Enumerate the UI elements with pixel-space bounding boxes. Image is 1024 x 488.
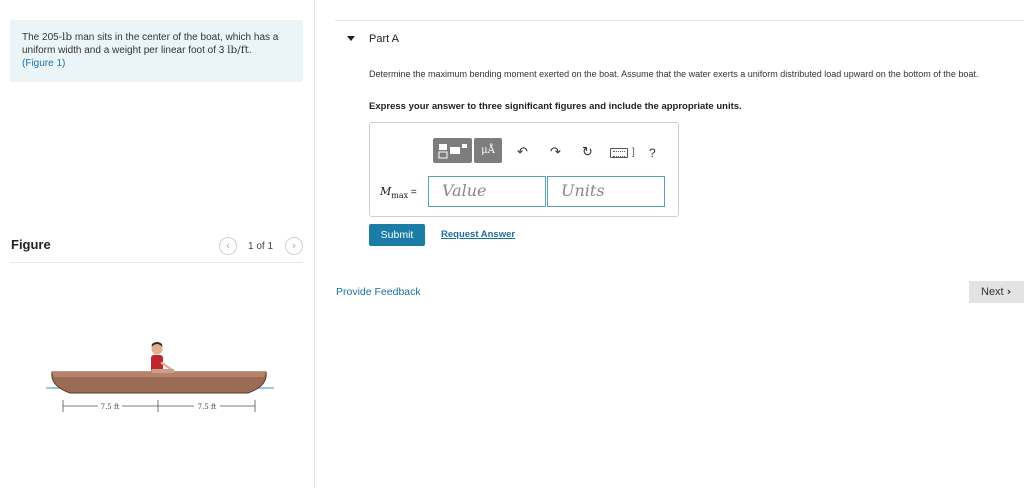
boat-figure: 7.5 ft 7.5 ft bbox=[46, 342, 274, 412]
dim-label-right: 7.5 ft bbox=[198, 403, 217, 411]
problem-statement: The 205-lb man sits in the center of the… bbox=[10, 20, 303, 82]
part-a-header[interactable]: Part A bbox=[335, 20, 1024, 60]
keyboard-icon[interactable] bbox=[610, 148, 628, 158]
problem-unit-lb: lb bbox=[62, 31, 73, 43]
left-pane: The 205-lb man sits in the center of the… bbox=[0, 0, 315, 488]
dim-label-left: 7.5 ft bbox=[101, 403, 120, 411]
figure-title: Figure bbox=[11, 237, 51, 252]
provide-feedback-link[interactable]: Provide Feedback bbox=[336, 286, 421, 298]
units-tool-button[interactable]: μÅ bbox=[474, 138, 502, 163]
submit-button[interactable]: Submit bbox=[369, 224, 425, 246]
equals-sign: = bbox=[408, 187, 417, 198]
undo-icon[interactable]: ↶ bbox=[517, 145, 528, 160]
next-button[interactable]: Next › bbox=[969, 281, 1024, 303]
man-figure bbox=[151, 342, 174, 373]
instruction-text: Express your answer to three significant… bbox=[369, 101, 742, 112]
variable-main: M bbox=[380, 185, 392, 198]
help-icon[interactable]: ? bbox=[649, 146, 656, 160]
variable-sub: max bbox=[391, 191, 409, 201]
request-answer-link[interactable]: Request Answer bbox=[441, 229, 515, 240]
variable-label: Mmax = bbox=[380, 185, 417, 200]
right-pane: Part A Determine the maximum bending mom… bbox=[316, 0, 1024, 488]
caret-down-icon[interactable] bbox=[347, 36, 355, 41]
problem-text-1: The 205- bbox=[22, 32, 63, 43]
man-legs bbox=[152, 369, 174, 373]
question-text: Determine the maximum bending moment exe… bbox=[369, 69, 979, 79]
problem-unit-lbft: lb/ft bbox=[227, 44, 249, 56]
problem-text-3: . bbox=[248, 45, 252, 56]
figure-count: 1 of 1 bbox=[248, 241, 274, 252]
chevron-left-icon[interactable]: ‹ bbox=[219, 237, 237, 255]
figure-header: Figure ‹ 1 of 1 › bbox=[10, 233, 303, 263]
chevron-right-icon: › bbox=[1006, 285, 1012, 298]
reset-icon[interactable]: ↻ bbox=[582, 145, 593, 160]
part-title: Part A bbox=[369, 33, 399, 45]
units-input[interactable]: Units bbox=[547, 176, 665, 207]
keyboard-bracket: ] bbox=[632, 147, 635, 158]
man-arm bbox=[160, 361, 174, 372]
chevron-right-icon[interactable]: › bbox=[285, 237, 303, 255]
value-input[interactable]: Value bbox=[428, 176, 546, 207]
templates-icon bbox=[438, 144, 467, 159]
redo-icon[interactable]: ↷ bbox=[550, 145, 561, 160]
answer-box: μÅ ↶ ↷ ↻ ] ? Mmax = Value Units bbox=[369, 122, 679, 217]
templates-button[interactable] bbox=[433, 138, 472, 163]
figure-link[interactable]: (Figure 1) bbox=[22, 58, 65, 69]
next-label: Next bbox=[981, 286, 1004, 298]
